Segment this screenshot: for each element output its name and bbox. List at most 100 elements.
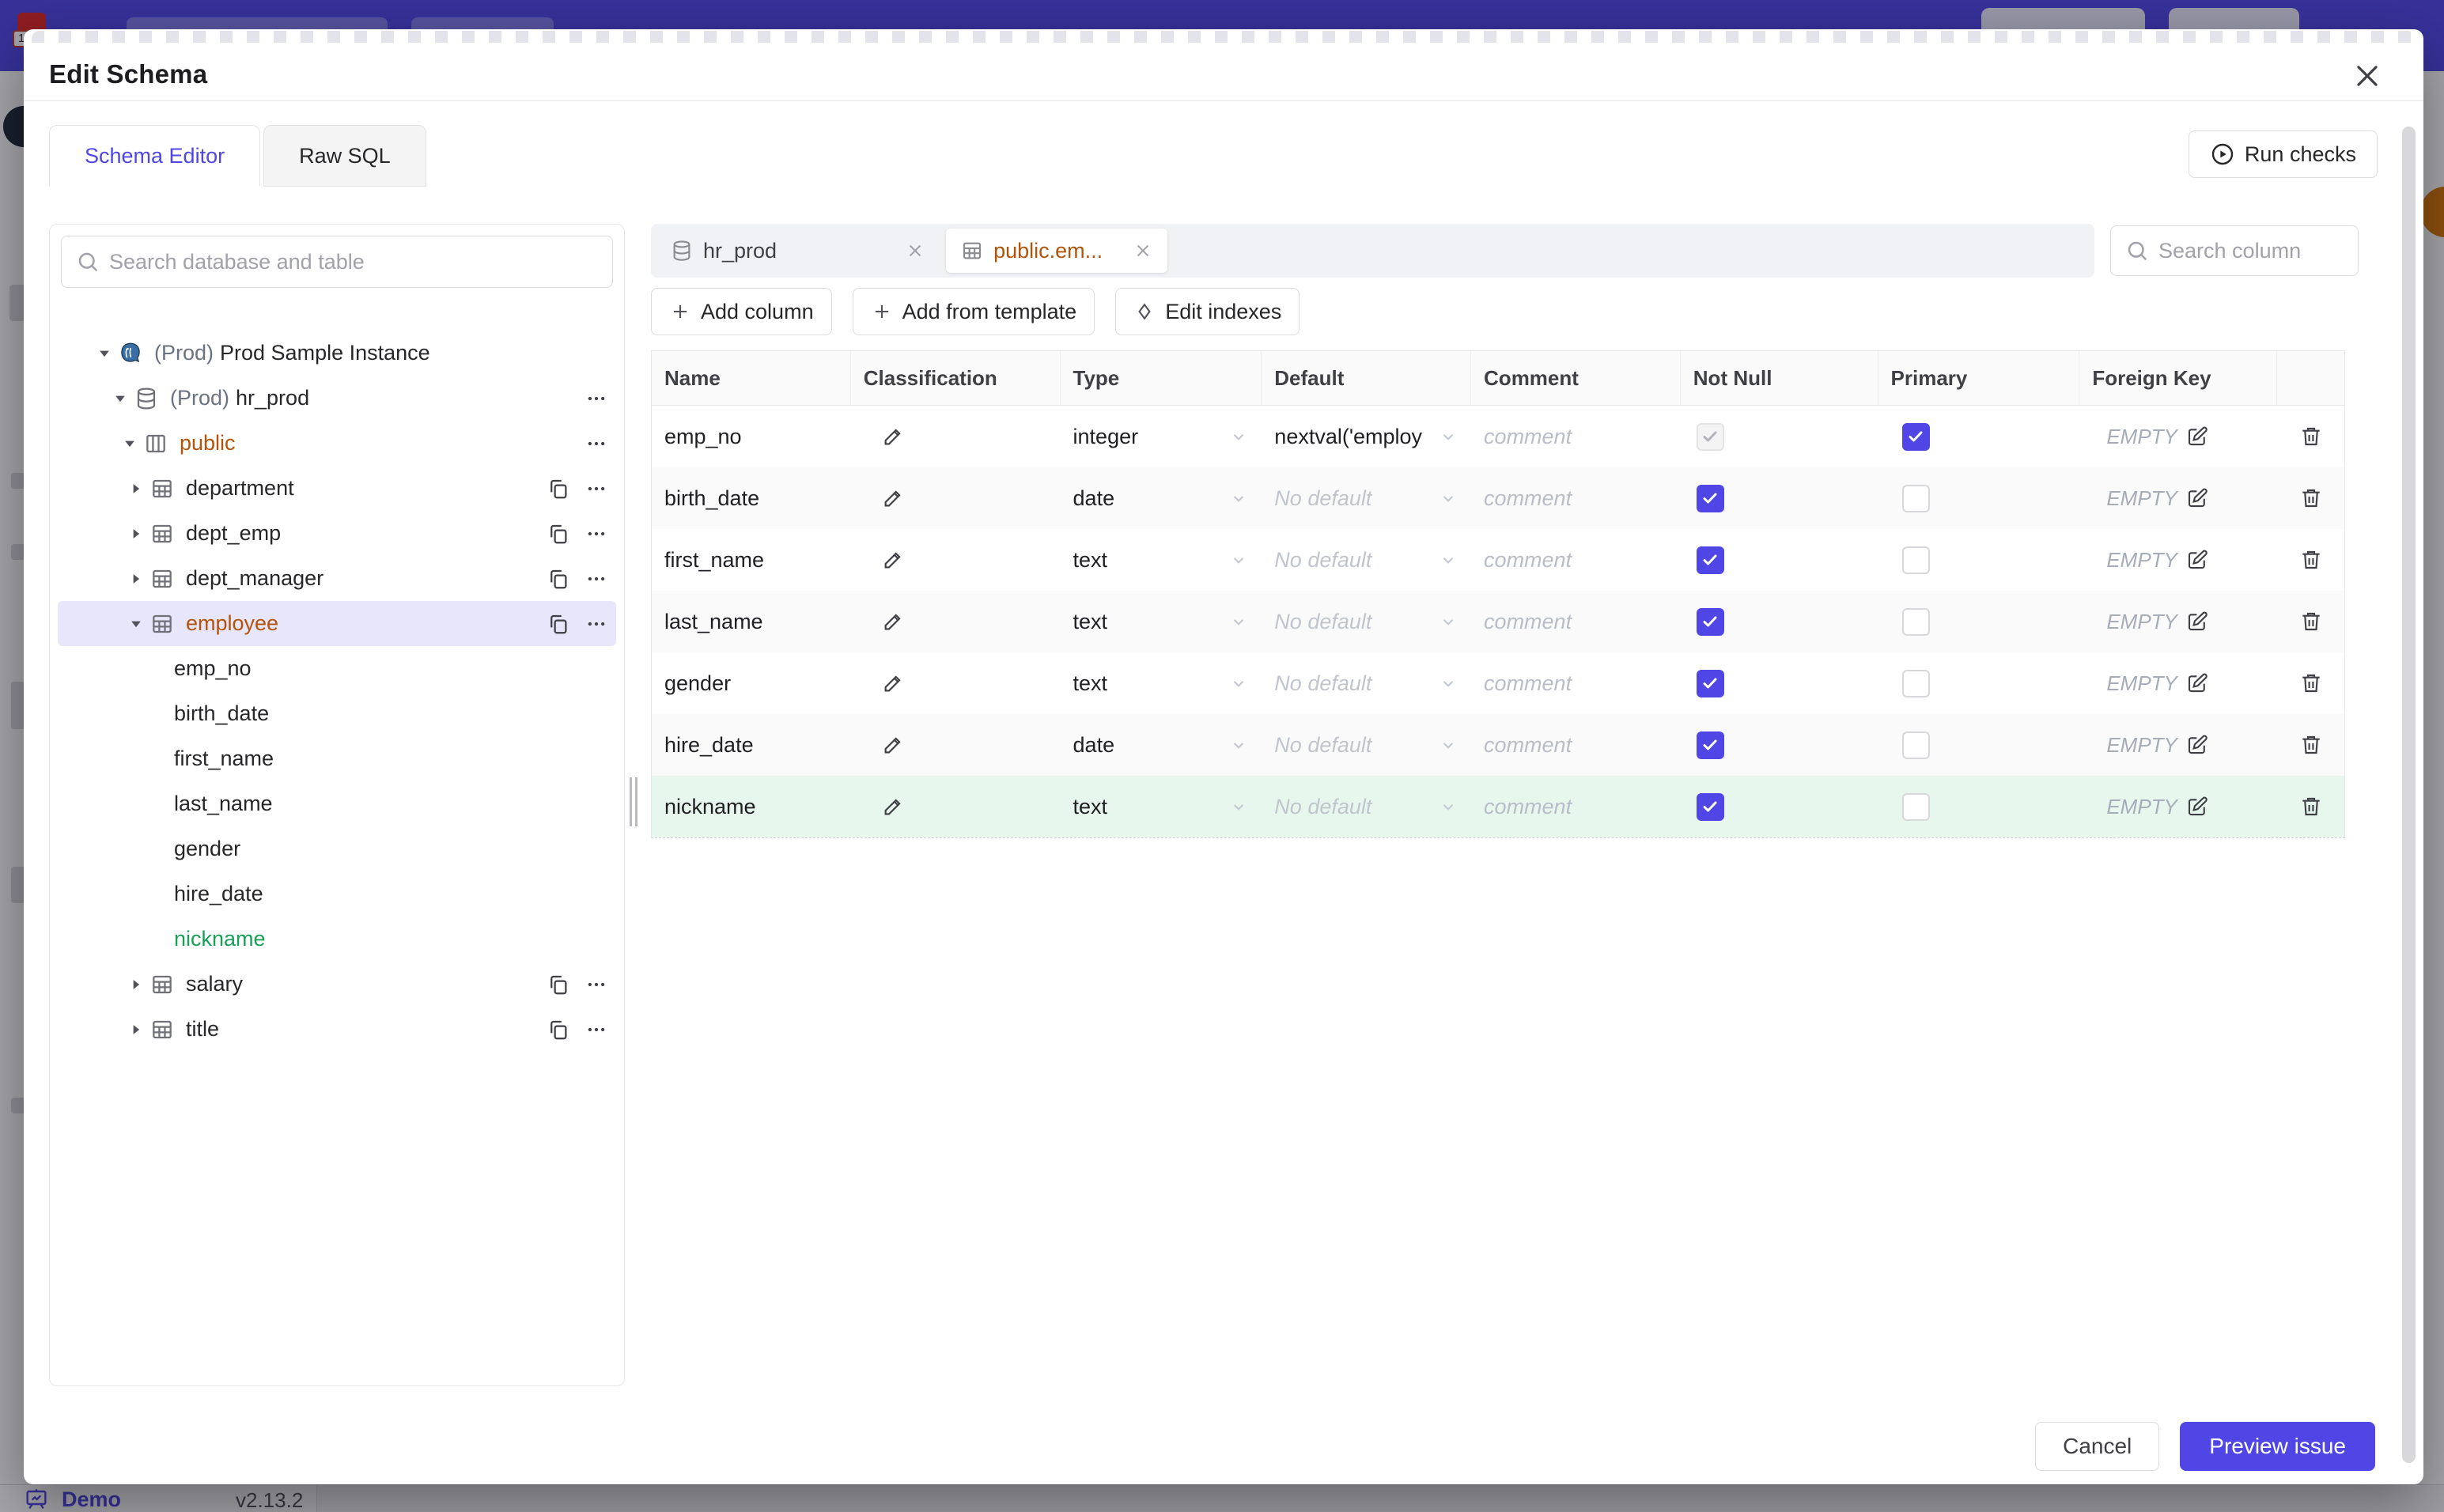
type-select[interactable]: text [1061,529,1262,591]
not-null-checkbox-checked[interactable] [1696,792,1724,821]
primary-checkbox-unchecked[interactable] [1901,792,1930,821]
delete-column-icon[interactable] [2298,794,2324,819]
close-icon[interactable] [2352,61,2387,96]
not-null-checkbox-checked[interactable] [1696,484,1724,512]
chevron-right-icon[interactable] [124,526,148,542]
comment-input[interactable]: comment [1471,406,1681,467]
pencil-icon[interactable] [881,733,905,757]
more-options-icon[interactable] [585,522,608,546]
tree-item-hr_prod[interactable]: (Prod) hr_prod [58,376,616,421]
pencil-icon[interactable] [881,425,905,448]
copy-icon[interactable] [547,567,570,591]
primary-checkbox-checked[interactable] [1901,422,1930,451]
editor-tab-public.em...[interactable]: public.em... [946,229,1168,273]
type-select[interactable]: text [1061,591,1262,652]
pencil-icon[interactable] [881,610,905,633]
chevron-down-icon[interactable] [93,346,116,361]
default-select[interactable]: No default [1262,591,1471,652]
comment-input[interactable]: comment [1471,591,1681,652]
chevron-right-icon[interactable] [124,571,148,587]
more-options-icon[interactable] [585,387,608,410]
delete-column-icon[interactable] [2298,486,2324,511]
editor-tab-hr_prod[interactable]: hr_prod [656,229,940,273]
tree-item-public[interactable]: public [58,421,616,466]
tree-item-last_name[interactable]: last_name [58,781,616,826]
type-select[interactable]: date [1061,714,1262,776]
default-select[interactable]: No default [1262,776,1471,837]
column-name-cell[interactable]: gender [652,652,851,714]
delete-column-icon[interactable] [2298,732,2324,758]
modal-scrollbar-thumb[interactable] [2402,127,2416,1463]
edit-foreign-key-icon[interactable] [2185,733,2209,757]
chevron-right-icon[interactable] [124,1022,148,1038]
edit-foreign-key-icon[interactable] [2185,486,2209,510]
more-options-icon[interactable] [585,567,608,591]
edit-foreign-key-icon[interactable] [2185,425,2209,448]
column-name-cell[interactable]: nickname [652,776,851,837]
chevron-right-icon[interactable] [124,481,148,497]
not-null-checkbox-checked[interactable] [1696,669,1724,697]
tree-item-salary[interactable]: salary [58,962,616,1007]
tree-item-nickname[interactable]: nickname [58,917,616,962]
tab-schema-editor[interactable]: Schema Editor [49,125,261,187]
more-options-icon[interactable] [585,973,608,996]
tab-raw-sql[interactable]: Raw SQL [263,125,426,187]
column-name-cell[interactable]: first_name [652,529,851,591]
type-select[interactable]: date [1061,467,1262,529]
primary-checkbox-unchecked[interactable] [1901,669,1930,697]
delete-column-icon[interactable] [2298,424,2324,449]
cancel-button[interactable]: Cancel [2035,1422,2160,1471]
not-null-checkbox-checked[interactable] [1696,731,1724,759]
chevron-right-icon[interactable] [124,977,148,992]
preview-issue-button[interactable]: Preview issue [2180,1422,2375,1471]
default-select[interactable]: No default [1262,652,1471,714]
edit-foreign-key-icon[interactable] [2185,548,2209,572]
default-select[interactable]: nextval('employ [1262,406,1471,467]
column-search-input[interactable]: Search column [2110,225,2359,276]
default-select[interactable]: No default [1262,529,1471,591]
add-from-template-button[interactable]: Add from template [852,288,1095,335]
copy-icon[interactable] [547,973,570,996]
type-select[interactable]: text [1061,776,1262,837]
tree-item-prod-sample-instance[interactable]: (Prod) Prod Sample Instance [58,331,616,376]
edit-indexes-button[interactable]: Edit indexes [1115,288,1300,335]
more-options-icon[interactable] [585,1018,608,1041]
chevron-down-icon[interactable] [108,391,132,406]
close-tab-icon[interactable] [905,240,925,261]
column-name-cell[interactable]: emp_no [652,406,851,467]
tree-item-emp_no[interactable]: emp_no [58,646,616,691]
run-checks-button[interactable]: Run checks [2188,130,2378,178]
tree-item-gender[interactable]: gender [58,826,616,871]
delete-column-icon[interactable] [2298,609,2324,634]
delete-column-icon[interactable] [2298,671,2324,696]
primary-checkbox-unchecked[interactable] [1901,546,1930,574]
edit-foreign-key-icon[interactable] [2185,795,2209,818]
primary-checkbox-unchecked[interactable] [1901,607,1930,636]
close-tab-icon[interactable] [1133,240,1153,261]
tree-item-birth_date[interactable]: birth_date [58,691,616,736]
tree-search-input[interactable]: Search database and table [61,236,613,288]
copy-icon[interactable] [547,477,570,501]
column-name-cell[interactable]: last_name [652,591,851,652]
not-null-checkbox-checked[interactable] [1696,607,1724,636]
tree-item-hire_date[interactable]: hire_date [58,871,616,917]
chevron-down-icon[interactable] [118,436,142,452]
chevron-down-icon[interactable] [124,616,148,632]
default-select[interactable]: No default [1262,467,1471,529]
comment-input[interactable]: comment [1471,776,1681,837]
pencil-icon[interactable] [881,671,905,695]
add-column-button[interactable]: Add column [651,288,832,335]
tree-item-title[interactable]: title [58,1007,616,1052]
edit-foreign-key-icon[interactable] [2185,671,2209,695]
primary-checkbox-unchecked[interactable] [1901,484,1930,512]
copy-icon[interactable] [547,522,570,546]
comment-input[interactable]: comment [1471,529,1681,591]
tree-item-employee[interactable]: employee [58,601,616,646]
more-options-icon[interactable] [585,432,608,455]
type-select[interactable]: text [1061,652,1262,714]
primary-checkbox-unchecked[interactable] [1901,731,1930,759]
default-select[interactable]: No default [1262,714,1471,776]
tree-item-department[interactable]: department [58,466,616,511]
delete-column-icon[interactable] [2298,547,2324,573]
type-select[interactable]: integer [1061,406,1262,467]
